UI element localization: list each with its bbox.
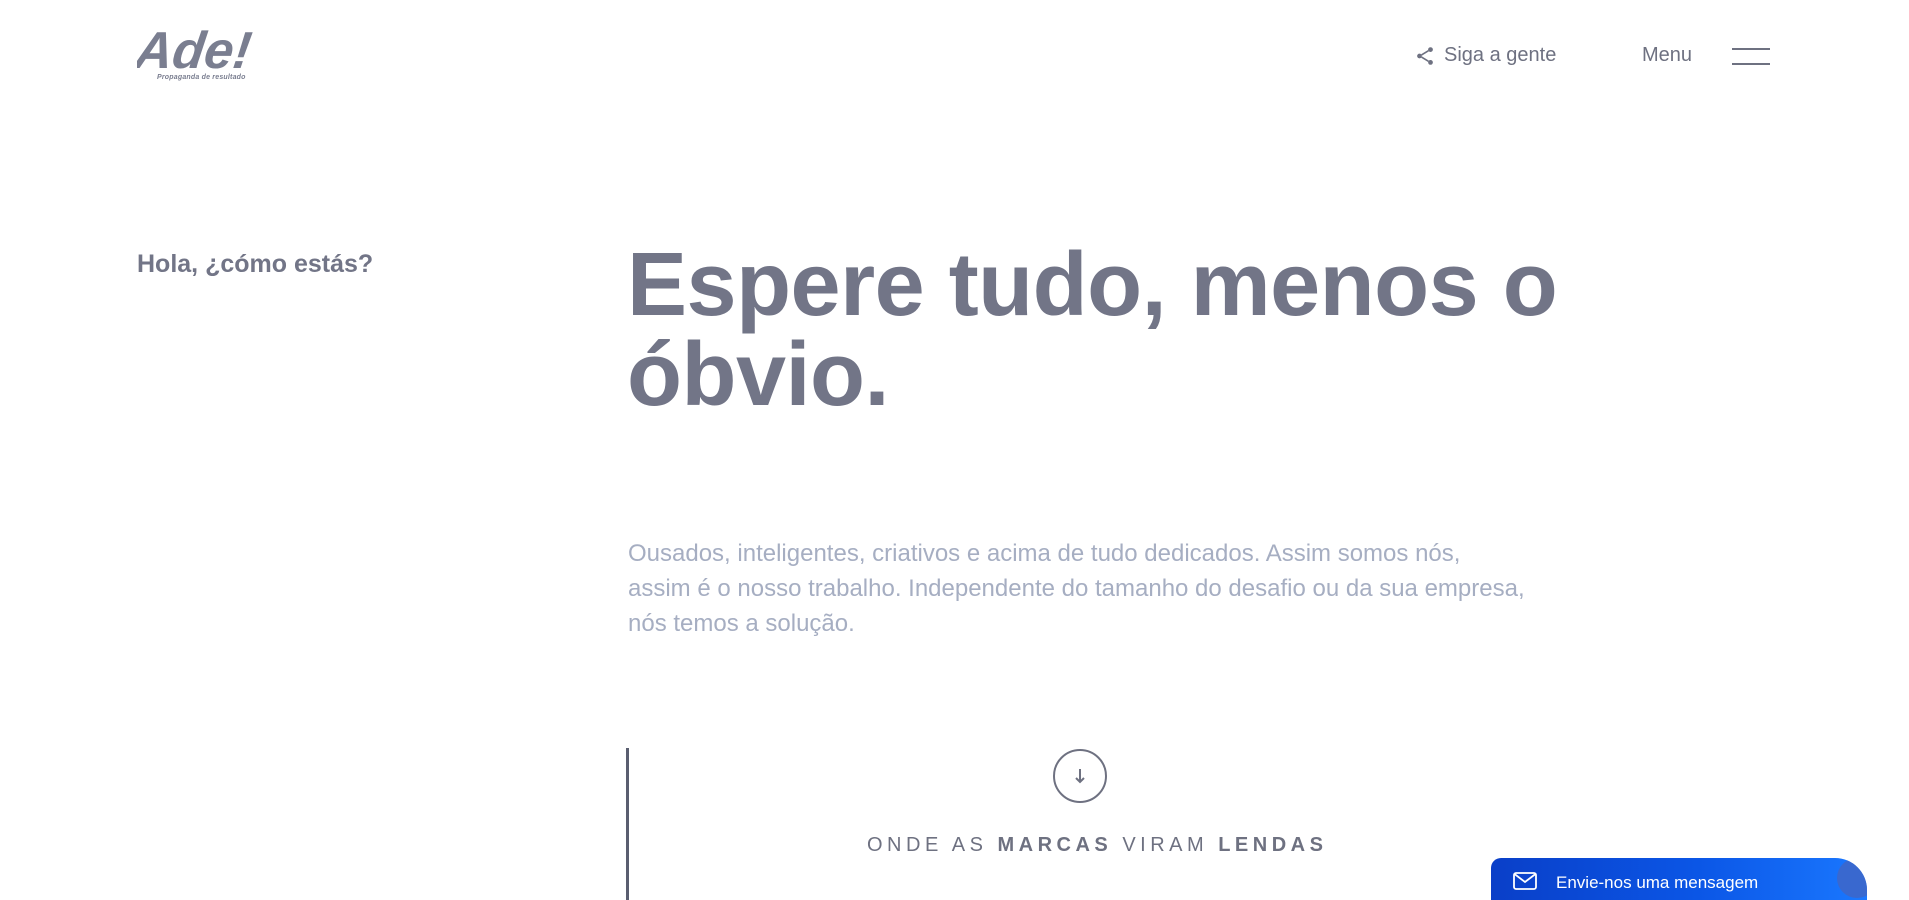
tagline-bold-2: LENDAS bbox=[1218, 834, 1328, 856]
menu-label: Menu bbox=[1642, 44, 1693, 66]
follow-us-button[interactable]: Siga a gente bbox=[1414, 44, 1556, 67]
page: Ade! Propaganda de resultado Siga a gent… bbox=[0, 0, 1909, 900]
section-divider bbox=[626, 748, 629, 900]
hamburger-icon bbox=[1732, 46, 1771, 66]
logo-text: Ade! bbox=[137, 26, 255, 72]
follow-us-label: Siga a gente bbox=[1444, 44, 1557, 66]
tagline-part-1: ONDE AS bbox=[867, 834, 998, 856]
logo-link[interactable]: Ade! Propaganda de resultado bbox=[137, 26, 267, 88]
arrow-down-icon bbox=[1075, 769, 1085, 784]
tagline-part-2: VIRAM bbox=[1112, 834, 1219, 856]
logo-tagline: Propaganda de resultado bbox=[157, 74, 246, 81]
chat-widget-button[interactable]: Envie-nos uma mensagem bbox=[1491, 858, 1867, 900]
menu-button[interactable]: Menu bbox=[1642, 44, 1771, 67]
scroll-down-button[interactable] bbox=[1053, 749, 1107, 803]
section-tagline: ONDE AS MARCAS VIRAM LENDAS bbox=[867, 834, 1327, 857]
chat-corner-decoration bbox=[1837, 858, 1867, 898]
hero-description: Ousados, inteligentes, criativos e acima… bbox=[628, 540, 1525, 637]
greeting-text: Hola, ¿cómo estás? bbox=[137, 250, 374, 278]
chat-widget-label: Envie-nos uma mensagem bbox=[1556, 873, 1759, 892]
share-icon bbox=[1417, 46, 1433, 65]
mail-icon bbox=[1513, 872, 1537, 890]
tagline-bold-1: MARCAS bbox=[997, 834, 1113, 856]
logo-mark: Ade! bbox=[137, 26, 255, 72]
hero-headline: Espere tudo, menos o óbvio. bbox=[627, 235, 1558, 425]
